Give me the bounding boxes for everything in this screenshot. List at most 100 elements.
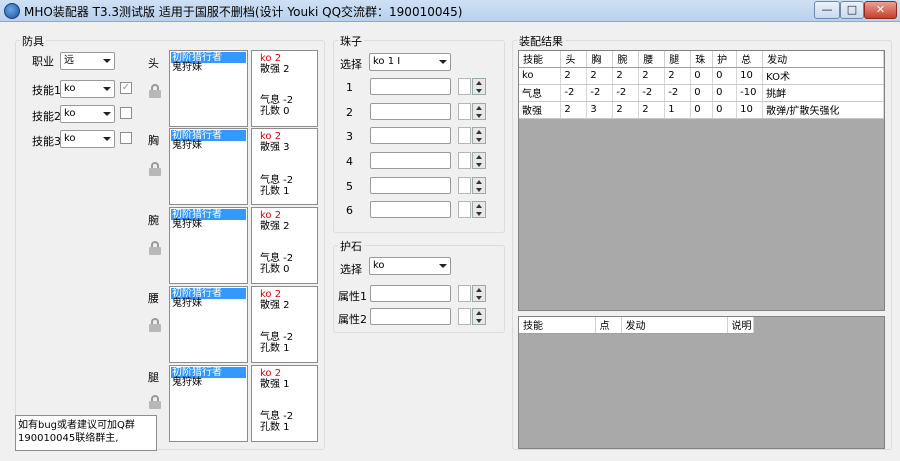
slot-wrist-list[interactable]: 初阶猎行者 鬼狩妹 [169,207,248,284]
jewel-count-stepper[interactable] [458,78,486,95]
stepper-value[interactable] [458,127,471,144]
stepper-value[interactable] [458,103,471,120]
skill1-checkbox[interactable]: ✓ [120,82,132,94]
arrow-up-icon[interactable] [476,180,482,184]
column-header[interactable]: 发动 [762,51,884,68]
stat-line: 散强 2 [260,221,290,232]
lock-icon[interactable] [149,241,161,255]
skill1-combo[interactable]: ko [60,80,115,98]
slot-legs-list[interactable]: 初阶猎行者 鬼狩妹 [169,365,248,442]
table-cell: -2 [560,84,588,102]
job-combo[interactable]: 远 [60,52,115,70]
charm-attr1-stepper[interactable] [458,285,486,302]
skill3-checkbox[interactable] [120,132,132,144]
lock-icon[interactable] [149,395,161,409]
jewel-input[interactable] [370,78,451,95]
table-cell: 2 [586,67,614,85]
arrow-down-icon[interactable] [476,89,482,93]
skill1-label: 技能1 [32,84,61,97]
arrow-up-icon[interactable] [476,130,482,134]
column-header[interactable]: 胸 [586,51,614,68]
arrow-up-icon[interactable] [476,288,482,292]
arrow-down-icon[interactable] [476,114,482,118]
lock-icon[interactable] [149,84,161,98]
jewel-count-stepper[interactable] [458,177,486,194]
stepper-value[interactable] [458,152,471,169]
close-button[interactable]: ✕ [864,1,897,19]
list-item[interactable]: 鬼狩妹 [172,62,202,73]
jewel-input[interactable] [370,127,451,144]
arrow-down-icon[interactable] [476,138,482,142]
lock-icon[interactable] [149,162,161,176]
skill3-combo[interactable]: ko [60,130,115,148]
jewel-count-stepper[interactable] [458,152,486,169]
table-row[interactable]: 散强 2 3 2 2 1 0 0 10 散弹/扩散矢强化 [519,101,884,119]
arrow-down-icon[interactable] [476,212,482,216]
list-item[interactable]: 鬼狩妹 [172,219,202,230]
jewel-input[interactable] [370,201,451,218]
arrow-down-icon[interactable] [476,163,482,167]
slot-waist-list[interactable]: 初阶猎行者 鬼狩妹 [169,286,248,363]
skill2-checkbox[interactable] [120,107,132,119]
column-header[interactable]: 珠 [690,51,714,68]
charm-select-combo[interactable]: ko [369,257,451,275]
jewel-count-stepper[interactable] [458,127,486,144]
column-header[interactable]: 腕 [612,51,640,68]
column-header[interactable]: 头 [560,51,588,68]
column-header[interactable]: 发动 [621,317,728,334]
list-item[interactable]: 鬼狩妹 [172,298,202,309]
table-cell: 0 [712,67,738,85]
arrow-up-icon[interactable] [476,311,482,315]
column-header[interactable]: 技能 [519,51,562,68]
stat-line: 散强 2 [260,64,290,75]
skill2-combo-value: ko [64,108,76,119]
slot-chest-list[interactable]: 初阶猎行者 鬼狩妹 [169,128,248,205]
jewel-input[interactable] [370,103,451,120]
skill2-combo[interactable]: ko [60,105,115,123]
column-header[interactable]: 腰 [638,51,666,68]
column-header[interactable]: 技能 [519,317,596,334]
stepper-value[interactable] [458,177,471,194]
charm-attr2-stepper[interactable] [458,308,486,325]
bug-note-line1: 如有bug或者建议可加Q群 [18,420,135,431]
charm-attr2-input[interactable] [370,308,451,325]
lock-icon[interactable] [149,318,161,332]
column-header[interactable]: 护 [712,51,738,68]
jewel-input[interactable] [370,177,451,194]
column-header[interactable]: 腿 [664,51,692,68]
result-table-grid: 技能 头 胸 腕 腰 腿 珠 护 总 发动 ko 2 2 2 2 2 0 0 1… [519,51,884,119]
arrow-down-icon[interactable] [476,319,482,323]
stepper-value[interactable] [458,78,471,95]
result-table[interactable]: 技能 头 胸 腕 腰 腿 珠 护 总 发动 ko 2 2 2 2 2 0 0 1… [518,50,885,311]
table-row[interactable]: 气息 -2 -2 -2 -2 -2 0 0 -10 挑衅 [519,84,884,102]
skills-table[interactable]: 技能 点 发动 说明 [518,316,885,449]
jewel-select-combo[interactable]: ko 1 I [369,53,451,71]
arrow-up-icon[interactable] [476,204,482,208]
list-item[interactable]: 鬼狩妹 [172,377,202,388]
table-cell: -2 [586,84,614,102]
jewel-input[interactable] [370,152,451,169]
maximize-button[interactable]: □ [840,1,864,19]
arrow-down-icon[interactable] [476,296,482,300]
column-header[interactable]: 点 [595,317,622,334]
arrow-up-icon[interactable] [476,155,482,159]
stat-line: 孔数 0 [260,106,290,117]
arrow-up-icon[interactable] [476,106,482,110]
slot-head-list[interactable]: 初阶猎行者 鬼狩妹 [169,50,248,127]
arrow-down-icon[interactable] [476,188,482,192]
jewel-count-stepper[interactable] [458,201,486,218]
stepper-value[interactable] [458,201,471,218]
column-header[interactable]: 总 [736,51,764,68]
column-header[interactable]: 说明 [727,317,754,334]
stat-line: 气息 -2 [260,411,294,422]
list-item[interactable]: 鬼狩妹 [172,140,202,151]
charm-attr1-input[interactable] [370,285,451,302]
charm-group-title: 护石 [338,238,364,254]
stepper-value[interactable] [458,285,471,302]
jewel-count-stepper[interactable] [458,103,486,120]
skill3-label: 技能3 [32,135,61,148]
minimize-button[interactable]: — [814,1,840,19]
stepper-value[interactable] [458,308,471,325]
arrow-up-icon[interactable] [476,81,482,85]
table-row[interactable]: ko 2 2 2 2 2 0 0 10 KO术 [519,67,884,85]
